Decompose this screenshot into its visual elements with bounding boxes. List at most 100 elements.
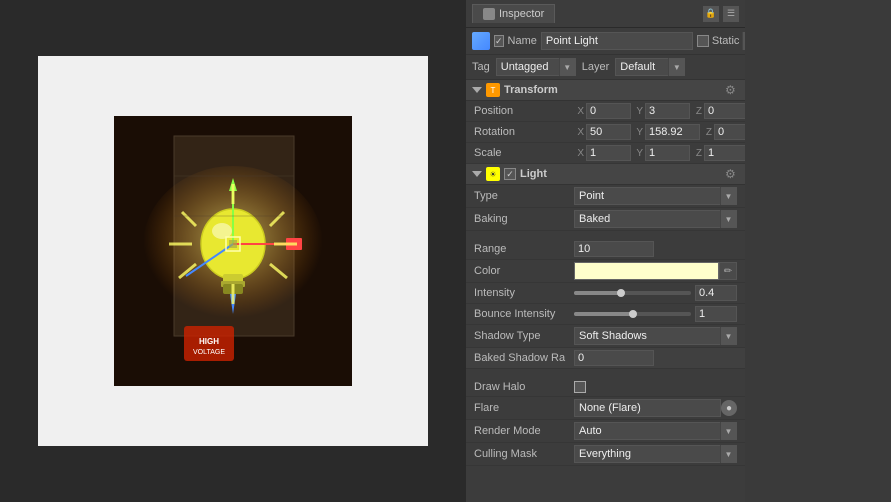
pos-z-input[interactable] (704, 103, 745, 119)
baked-shadow-input[interactable] (574, 350, 654, 366)
game-object-icon (472, 32, 490, 50)
culling-mask-row: Culling Mask Everything ▼ (466, 443, 745, 466)
layer-value: Default (616, 61, 668, 73)
eyedropper-icon[interactable]: ✏ (719, 262, 737, 280)
tag-dropdown[interactable]: Untagged ▼ (496, 58, 576, 76)
main-container: HIGH VOLTAGE Inspector 🔒 ☰ (0, 0, 891, 502)
inspector-icon-group: 🔒 ☰ (703, 6, 739, 22)
bounce-label: Bounce Intensity (474, 308, 574, 320)
position-values: X Y Z (574, 103, 745, 119)
culling-mask-value: Everything (575, 448, 720, 460)
shadow-type-arrow: ▼ (720, 327, 736, 345)
bounce-intensity-row: Bounce Intensity (466, 304, 745, 325)
draw-halo-row: Draw Halo (466, 377, 745, 397)
svg-text:VOLTAGE: VOLTAGE (192, 349, 224, 356)
menu-icon[interactable]: ☰ (723, 6, 739, 22)
position-row: Position X Y Z (466, 101, 745, 122)
culling-mask-arrow: ▼ (720, 445, 736, 463)
light-section-header[interactable]: ☀ Light ⚙ (466, 164, 745, 185)
baked-shadow-label: Baked Shadow Ra (474, 352, 574, 364)
bounce-slider-fill (574, 312, 633, 316)
intensity-label: Intensity (474, 287, 574, 299)
scale-label: Scale (474, 147, 574, 159)
transform-icon: T (486, 83, 500, 97)
rot-y-label: Y (633, 127, 643, 138)
intensity-range (574, 285, 737, 301)
light-type-row: Type Point ▼ (466, 185, 745, 208)
range-input[interactable] (574, 241, 654, 257)
transform-section-header[interactable]: T Transform ⚙ (466, 80, 745, 101)
scale-x-input[interactable] (586, 145, 631, 161)
intensity-slider-thumb[interactable] (617, 289, 625, 297)
flare-label: Flare (474, 402, 574, 414)
draw-halo-label: Draw Halo (474, 381, 574, 393)
baked-shadow-row: Baked Shadow Ra (466, 348, 745, 369)
scale-y-input[interactable] (645, 145, 690, 161)
pos-x-input[interactable] (586, 103, 631, 119)
transform-gear-icon[interactable]: ⚙ (725, 83, 739, 97)
intensity-slider-track[interactable] (574, 291, 691, 295)
rot-z-input[interactable] (714, 124, 745, 140)
color-picker[interactable] (574, 262, 719, 280)
intensity-input[interactable] (695, 285, 737, 301)
light-section-icon: ☀ (486, 167, 500, 181)
lock-icon[interactable]: 🔒 (703, 6, 719, 22)
scale-z-input[interactable] (704, 145, 745, 161)
rot-y-input[interactable] (645, 124, 700, 140)
inspector-header: Inspector 🔒 ☰ (466, 0, 745, 28)
culling-mask-label: Culling Mask (474, 448, 574, 460)
static-checkbox[interactable] (697, 35, 709, 47)
name-input[interactable] (541, 32, 693, 50)
scale-x-label: X (574, 148, 584, 159)
bounce-range (574, 306, 737, 322)
inspector-tab[interactable]: Inspector (472, 4, 555, 23)
layer-dropdown[interactable]: Default ▼ (615, 58, 685, 76)
static-group: Static ▼ (697, 32, 745, 50)
static-dropdown-arrow[interactable]: ▼ (742, 32, 745, 50)
draw-halo-checkbox[interactable] (574, 381, 586, 393)
baking-label: Baking (474, 213, 574, 225)
light-arrow (472, 171, 482, 177)
rotation-values: X Y Z (574, 124, 745, 140)
scene-white-frame: HIGH VOLTAGE (38, 56, 428, 446)
range-row: Range (466, 239, 745, 260)
transform-title: Transform (504, 84, 558, 96)
scene-viewport[interactable]: HIGH VOLTAGE (114, 116, 352, 386)
baking-value: Baked (575, 213, 720, 225)
pos-y-input[interactable] (645, 103, 690, 119)
flare-circle-btn[interactable]: ● (721, 400, 737, 416)
scale-z-label: Z (692, 148, 702, 159)
rot-x-input[interactable] (586, 124, 631, 140)
baking-dropdown[interactable]: Baked ▼ (574, 210, 737, 228)
light-type-dropdown[interactable]: Point ▼ (574, 187, 737, 205)
layer-label: Layer (582, 61, 610, 73)
inspector-body: Name Static ▼ Tag Untagged ▼ Layer Defau… (466, 28, 745, 502)
bounce-input[interactable] (695, 306, 737, 322)
culling-mask-dropdown[interactable]: Everything ▼ (574, 445, 737, 463)
tag-arrow: ▼ (559, 58, 575, 76)
shadow-type-dropdown[interactable]: Soft Shadows ▼ (574, 327, 737, 345)
light-checkbox-group: Light (504, 168, 547, 180)
render-mode-label: Render Mode (474, 425, 574, 437)
svg-text:HIGH: HIGH (199, 337, 219, 346)
render-mode-row: Render Mode Auto ▼ (466, 420, 745, 443)
tag-layer-row: Tag Untagged ▼ Layer Default ▼ (466, 55, 745, 80)
name-label: Name (508, 35, 537, 47)
light-gear-icon[interactable]: ⚙ (725, 167, 739, 181)
bounce-slider-thumb[interactable] (629, 310, 637, 318)
scale-y-label: Y (633, 148, 643, 159)
divider-1 (466, 231, 745, 239)
active-checkbox[interactable] (494, 35, 504, 47)
shadow-type-value: Soft Shadows (575, 330, 720, 342)
intensity-slider-fill (574, 291, 621, 295)
intensity-row: Intensity (466, 283, 745, 304)
render-mode-value: Auto (575, 425, 720, 437)
tag-value: Untagged (497, 61, 559, 73)
baking-row: Baking Baked ▼ (466, 208, 745, 231)
rot-x-label: X (574, 127, 584, 138)
flare-value: None (Flare) (574, 399, 721, 417)
bounce-slider-track[interactable] (574, 312, 691, 316)
light-type-arrow: ▼ (720, 187, 736, 205)
light-active-checkbox[interactable] (504, 168, 516, 180)
render-mode-dropdown[interactable]: Auto ▼ (574, 422, 737, 440)
